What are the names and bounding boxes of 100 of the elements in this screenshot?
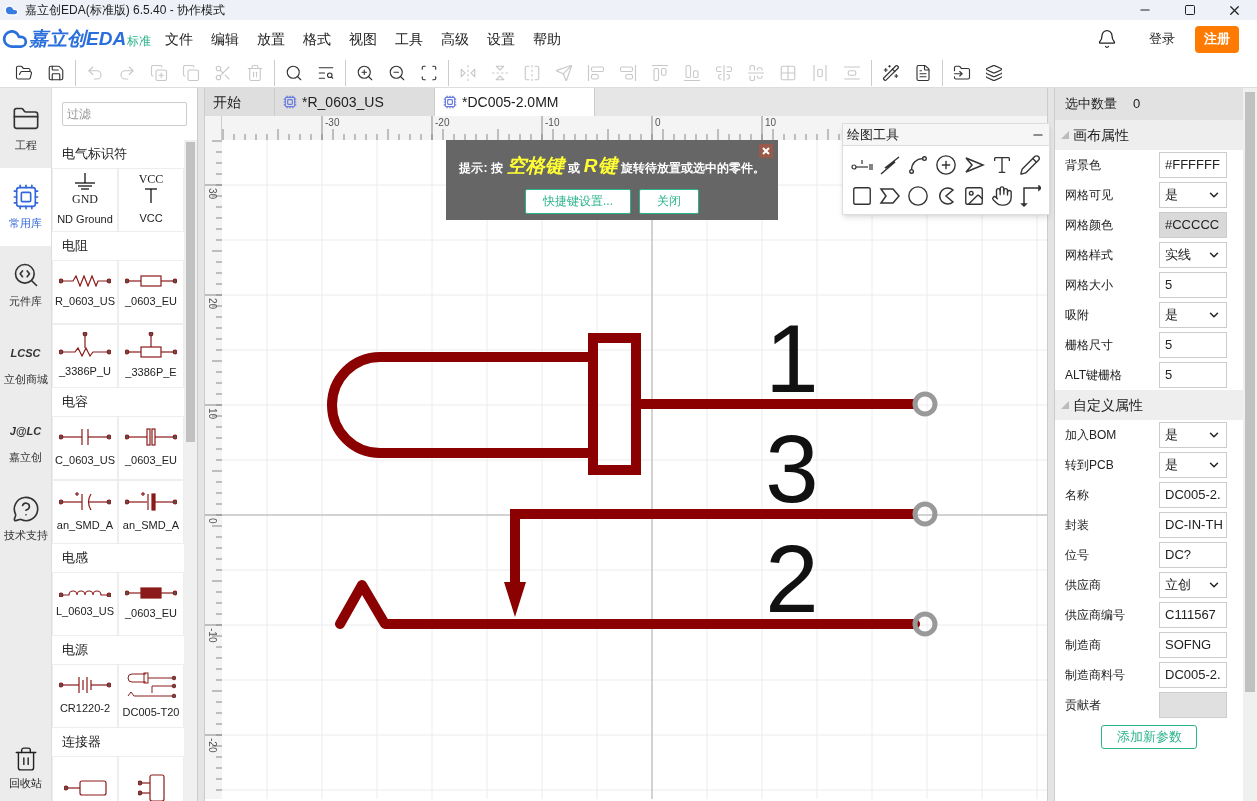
- menu-item[interactable]: 放置: [249, 28, 294, 50]
- category-title: 电气标识符: [61, 145, 128, 164]
- select-field[interactable]: 是: [1159, 302, 1227, 328]
- pin-number: 1: [765, 305, 819, 412]
- library-item[interactable]: [52, 756, 118, 801]
- zoom-in-icon[interactable]: [356, 63, 374, 82]
- symbol-label: GND: [72, 193, 98, 206]
- zoom-out-icon[interactable]: [388, 63, 406, 82]
- layers-icon[interactable]: [985, 63, 1003, 82]
- nav-tab[interactable]: 常用库: [0, 168, 51, 246]
- category-title: 电源: [61, 641, 89, 660]
- wand-icon[interactable]: [882, 63, 900, 82]
- text-field[interactable]: DC-IN-TH: [1159, 512, 1227, 538]
- library-item[interactable]: _3386P_E: [118, 324, 184, 388]
- nav-label: 工程: [14, 137, 37, 153]
- property-label: 贡献者: [1065, 697, 1102, 714]
- scrollbar[interactable]: [184, 140, 197, 801]
- select-field[interactable]: 是: [1159, 422, 1227, 448]
- brand-name: 嘉立创EDA: [29, 26, 127, 51]
- color-field[interactable]: #CCCCC: [1159, 212, 1227, 238]
- filter-field[interactable]: 过滤: [62, 102, 187, 126]
- property-label: 位号: [1065, 547, 1090, 564]
- library-item[interactable]: _0603_EU: [118, 260, 184, 324]
- text-field[interactable]: #FFFFFF: [1159, 152, 1227, 178]
- recycle-bin-tab[interactable]: 回收站: [0, 737, 51, 801]
- property-label: 网格颜色: [1065, 217, 1114, 234]
- menu-item[interactable]: 设置: [479, 28, 524, 50]
- nav-tab[interactable]: 元件库: [0, 246, 51, 324]
- text-field[interactable]: DC?: [1159, 542, 1227, 568]
- text-field[interactable]: 5: [1159, 362, 1227, 388]
- library-item[interactable]: C_0603_US: [52, 416, 118, 480]
- close-button[interactable]: [759, 144, 773, 158]
- hint-text: 提示: 按 空格键 或 R键 旋转待放置或选中的零件。: [459, 154, 765, 178]
- text-field[interactable]: SOFNG: [1159, 632, 1227, 658]
- text-field[interactable]: DC005-2.: [1159, 482, 1227, 508]
- menu-item[interactable]: 工具: [387, 28, 432, 50]
- resistor-eu-symbol-icon: [125, 274, 177, 287]
- property-label: 转到PCB: [1065, 457, 1115, 474]
- nav-label: 元件库: [9, 293, 42, 309]
- menu-item[interactable]: 编辑: [203, 28, 248, 50]
- save-icon[interactable]: [47, 63, 65, 82]
- library-item[interactable]: _0603_EU: [118, 416, 184, 480]
- library-item[interactable]: an_SMD_A: [52, 480, 118, 544]
- property-label: 制造商: [1065, 637, 1102, 654]
- document-tab[interactable]: *R_0603_US: [275, 88, 435, 116]
- nav-tab[interactable]: J@LC 嘉立创: [0, 402, 51, 480]
- select-field[interactable]: 是: [1159, 182, 1227, 208]
- header-double-symbol-icon: [137, 774, 165, 801]
- library-item[interactable]: L_0603_US: [52, 572, 118, 636]
- login-link[interactable]: 登录: [1149, 29, 1175, 49]
- pin-end-circle[interactable]: [912, 611, 938, 637]
- fit-icon[interactable]: [420, 63, 438, 82]
- document-icon[interactable]: [914, 63, 932, 82]
- maximize-icon[interactable]: [1183, 4, 1196, 16]
- part-name: _0603_EU: [125, 293, 177, 309]
- section-header[interactable]: 自定义属性: [1055, 390, 1243, 420]
- menu-item[interactable]: 视图: [341, 28, 386, 50]
- select-field[interactable]: 是: [1159, 452, 1227, 478]
- folder-icon[interactable]: [15, 63, 33, 82]
- library-item[interactable]: _3386P_U: [52, 324, 118, 388]
- menu-item[interactable]: 帮助: [525, 28, 570, 50]
- help-icon: [11, 494, 40, 523]
- jack-body-drawing[interactable]: [327, 333, 641, 475]
- menu-item[interactable]: 高级: [433, 28, 478, 50]
- vcc-symbol-icon: [144, 188, 158, 205]
- nav-tab[interactable]: 技术支持: [0, 480, 51, 558]
- property-label: 供应商编号: [1065, 607, 1126, 624]
- scrollbar[interactable]: [1243, 88, 1257, 801]
- text-field[interactable]: C111567: [1159, 602, 1227, 628]
- section-header[interactable]: 画布属性: [1055, 120, 1243, 150]
- select-field[interactable]: 立创: [1159, 572, 1227, 598]
- inductor-symbol-icon: [59, 588, 111, 597]
- nav-tab[interactable]: 工程: [0, 90, 51, 168]
- library-item[interactable]: an_SMD_A: [118, 480, 184, 544]
- part-name: an_SMD_A: [56, 517, 114, 533]
- property-label: ALT键栅格: [1065, 367, 1124, 384]
- text-field[interactable]: DC005-2.: [1159, 662, 1227, 688]
- edition-label: 标准: [127, 33, 152, 50]
- part-name: _3386P_E: [125, 364, 177, 380]
- nav-tab[interactable]: LCSC 立创商城: [0, 324, 51, 402]
- library-item[interactable]: VCC VCC: [118, 168, 184, 232]
- menu-item[interactable]: 格式: [295, 28, 340, 50]
- library-item[interactable]: GND ND Ground: [52, 168, 118, 232]
- select-field[interactable]: 实线: [1159, 242, 1227, 268]
- document-tab[interactable]: *DC005-2.0MM: [435, 88, 595, 116]
- document-tab[interactable]: 开始: [205, 88, 275, 116]
- text-field[interactable]: 5: [1159, 272, 1227, 298]
- bell-icon[interactable]: [1097, 29, 1117, 49]
- text-field[interactable]: 5: [1159, 332, 1227, 358]
- property-label: 网格样式: [1065, 247, 1114, 264]
- menu-item[interactable]: 文件: [157, 28, 202, 50]
- arrow[interactable]: [504, 519, 526, 617]
- symbol-label: VCC: [138, 173, 164, 186]
- search-icon[interactable]: [285, 63, 303, 82]
- logo-text: J@LC: [9, 423, 42, 439]
- library-item[interactable]: DC005-T20: [118, 664, 184, 728]
- library-item[interactable]: _0603_EU: [118, 572, 184, 636]
- library-item[interactable]: R_0603_US: [52, 260, 118, 324]
- folder-import-icon[interactable]: [953, 63, 971, 82]
- library-item[interactable]: CR1220-2: [52, 664, 118, 728]
